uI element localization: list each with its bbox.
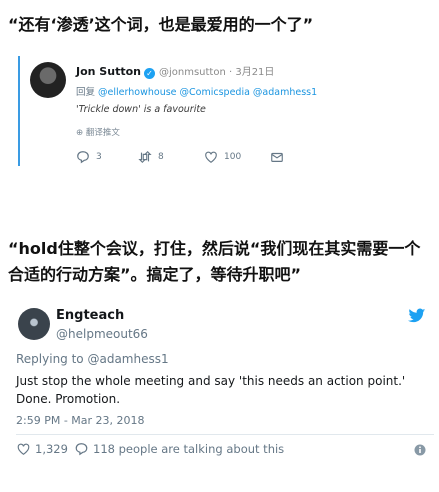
verified-icon: ✓ (143, 68, 155, 79)
caption-first: “还有‘渗透’这个词，也是最爱用的一个了” (8, 15, 314, 34)
author-handle[interactable]: @jonmsutton · 3月21日 (159, 67, 274, 78)
reply-prefix: 回复 (76, 87, 96, 98)
reply-button[interactable]: 3 (76, 150, 102, 164)
reply-mentions[interactable]: @ellerhowhouse @Comicspedia @adamhess1 (98, 87, 317, 98)
thread-rail (18, 56, 20, 166)
message-button[interactable] (270, 150, 284, 164)
retweet-button[interactable]: 8 (138, 150, 164, 164)
translate-label: 翻译推文 (85, 128, 120, 138)
tweet-stats: 1,329 118 people are talking about this (16, 442, 434, 460)
author-handle[interactable]: @helpmeout66 (56, 327, 148, 341)
tweet-card-engteach[interactable]: Engteach @helpmeout66 Replying to @adamh… (16, 296, 434, 472)
like-button[interactable]: 1,329 (16, 442, 68, 456)
author-name[interactable]: Jon Sutton (76, 65, 141, 78)
tweet-actions: 3 8 100 (76, 150, 336, 166)
reply-context: 回复 @ellerhowhouse @Comicspedia @adamhess… (76, 84, 317, 98)
retweet-count: 8 (158, 152, 164, 162)
tweet-text: Just stop the whole meeting and say 'thi… (16, 374, 406, 406)
info-icon[interactable] (414, 444, 426, 456)
reply-icon (75, 443, 88, 456)
tweet-text: 'Trickle down' is a favourite (76, 104, 206, 115)
avatar[interactable] (30, 62, 66, 98)
author-name[interactable]: Engteach (56, 308, 124, 323)
timestamp[interactable]: 2:59 PM - Mar 23, 2018 (16, 414, 145, 427)
like-button[interactable]: 100 (204, 150, 241, 164)
like-count: 100 (224, 152, 242, 162)
twitter-bird-icon[interactable] (408, 308, 426, 324)
reply-count: 3 (96, 152, 102, 162)
caption-second: “hold住整个会议，打住，然后说“我们现在其实需要一个合适的行动方案”。搞定了… (8, 239, 421, 284)
reply-icon (77, 151, 89, 164)
conversation-link[interactable]: 118 people are talking about this (74, 442, 284, 456)
translate-link[interactable]: ⊕ 翻译推文 (76, 126, 120, 138)
avatar[interactable] (18, 308, 50, 340)
reply-context[interactable]: Replying to @adamhess1 (16, 352, 169, 366)
globe-icon: ⊕ (76, 128, 84, 138)
envelope-icon (271, 152, 283, 162)
author-line: Jon Sutton ✓ @jonmsutton · 3月21日 (76, 63, 274, 79)
heart-icon (205, 151, 217, 163)
tweet-card-jon-sutton[interactable]: Jon Sutton ✓ @jonmsutton · 3月21日 回复 @eller… (18, 52, 428, 180)
divider (16, 434, 434, 435)
talking-count: 118 people are talking about this (93, 442, 285, 456)
retweet-icon (138, 150, 152, 164)
like-count: 1,329 (35, 442, 68, 456)
heart-icon (17, 443, 30, 455)
